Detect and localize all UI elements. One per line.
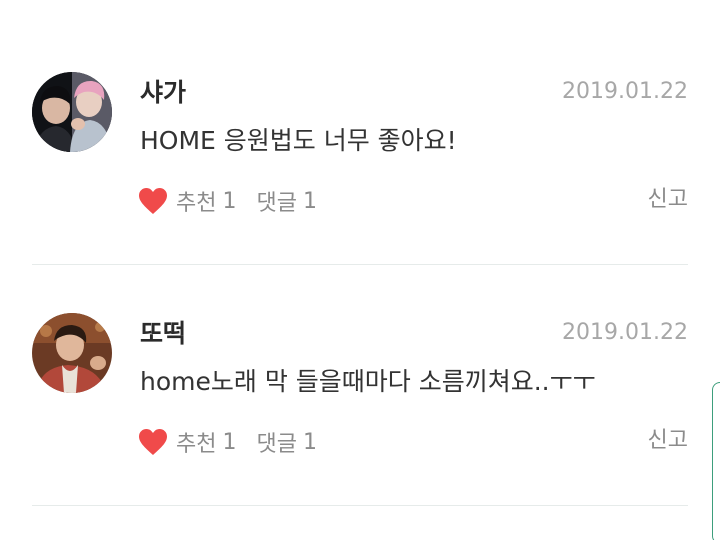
like-label[interactable]: 추천	[176, 426, 216, 458]
comment-list: 샤가 2019.01.22 HOME 응원법도 너무 좋아요! 추천 1 댓글 …	[0, 0, 720, 540]
comment-actions: 추천 1 댓글 1	[138, 183, 317, 219]
reply-label[interactable]: 댓글	[256, 426, 296, 458]
reply-count: 1	[302, 429, 317, 455]
like-label[interactable]: 추천	[176, 185, 216, 217]
comment-nickname[interactable]: 또떡	[140, 317, 186, 351]
like-count: 1	[222, 429, 237, 455]
comment-date: 2019.01.22	[562, 79, 688, 104]
heart-icon[interactable]	[138, 428, 168, 456]
like-count: 1	[222, 188, 237, 214]
avatar-image	[32, 313, 112, 393]
comment-text: HOME 응원법도 너무 좋아요!	[140, 126, 457, 155]
reply-label[interactable]: 댓글	[256, 185, 296, 217]
reply-count: 1	[302, 188, 317, 214]
divider	[32, 264, 688, 265]
report-button[interactable]: 신고	[648, 425, 688, 457]
comment-text: home노래 막 들을때마다 소름끼쳐요..ㅜㅜ	[140, 367, 596, 396]
avatar[interactable]	[32, 72, 112, 152]
heart-icon[interactable]	[138, 187, 168, 215]
report-button[interactable]: 신고	[648, 184, 688, 216]
divider	[32, 505, 688, 506]
comment-date: 2019.01.22	[562, 320, 688, 345]
scrollbar[interactable]	[712, 382, 720, 540]
avatar[interactable]	[32, 313, 112, 393]
comment-actions: 추천 1 댓글 1	[138, 424, 317, 460]
avatar-image	[32, 72, 112, 152]
comment-nickname[interactable]: 샤가	[140, 76, 186, 110]
